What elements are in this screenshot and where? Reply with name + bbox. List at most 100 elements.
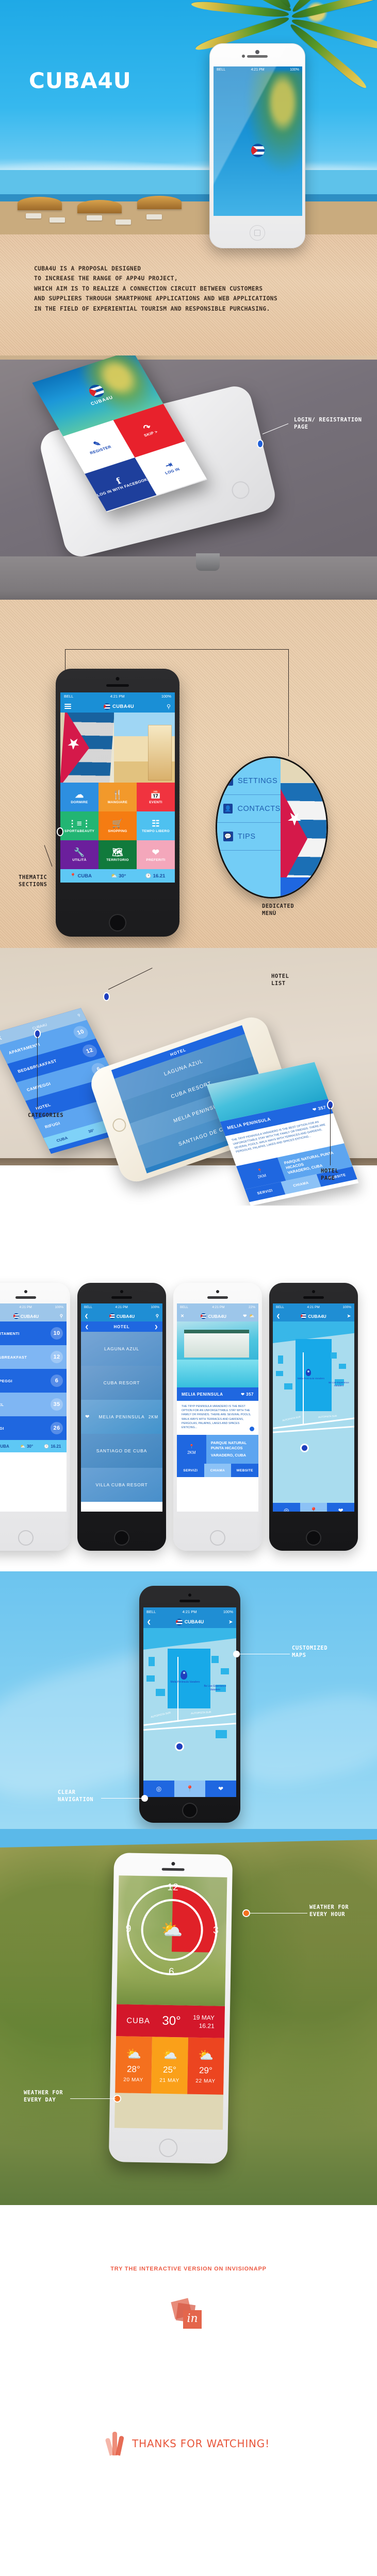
- sea-area: [143, 1628, 236, 1650]
- time-indicator[interactable]: 🕑 16.21: [44, 1444, 61, 1449]
- home-button[interactable]: [250, 225, 265, 241]
- prev-icon[interactable]: ❮: [85, 1325, 89, 1329]
- menu-item-settings[interactable]: ⚙ SETTINGS: [217, 767, 281, 795]
- description-line: WHICH AIM IS TO REALIZE A CONNECTION CIR…: [34, 285, 263, 292]
- tile-preferiti[interactable]: ❤ PREFERITI: [137, 840, 175, 869]
- home-button[interactable]: [110, 1116, 128, 1134]
- menu-item-contacts[interactable]: 👤 CONTACTS: [217, 795, 281, 823]
- dumbbell-icon: ⋮≡⋮: [68, 818, 91, 828]
- home-button[interactable]: [210, 1530, 225, 1546]
- hotel-list-item[interactable]: ❤ MELIA PENINSULA 2KM: [81, 1400, 162, 1434]
- front-camera-icon: [171, 1861, 175, 1866]
- hourly-weather-dial[interactable]: ⛅ 12 3 6 9: [117, 1875, 227, 2006]
- callout-leader-line: [288, 649, 289, 756]
- page-title: CUBA4U: [29, 68, 132, 93]
- battery-label: 100%: [223, 1609, 233, 1614]
- invision-logo[interactable]: in: [170, 2298, 205, 2331]
- home-button[interactable]: [18, 1530, 34, 1546]
- weather-indicator[interactable]: ⛅ 30°: [20, 1444, 33, 1449]
- weather-icon[interactable]: ⛅: [249, 1313, 255, 1319]
- menu-icon[interactable]: [64, 704, 71, 709]
- hotel-list-item[interactable]: CUBA RESORT: [81, 1366, 162, 1400]
- home-button[interactable]: [182, 1803, 198, 1818]
- chiama-button[interactable]: CHIAMA: [204, 1464, 232, 1477]
- map-canvas[interactable]: Melia Peninsula Varadero Be Live Experie…: [143, 1628, 236, 1781]
- forecast-temp: 28°: [126, 2064, 140, 2074]
- invision-promo-text[interactable]: TRY THE INTERACTIVE VERSION ON INVISIONA…: [0, 2266, 377, 2272]
- forecast-day[interactable]: ⛅ 25° 21 MAY: [151, 2037, 189, 2094]
- login-registration-section: CUBA4U ✎ REGISTER ↷ SKIP > f LOG IN WITH…: [0, 355, 377, 556]
- clock-icon: 🕑: [145, 873, 152, 879]
- app-name: CUBA4U: [308, 1313, 326, 1319]
- locate-icon[interactable]: ◎: [143, 1781, 174, 1797]
- favorite-icon[interactable]: ❤: [85, 1414, 90, 1420]
- status-bar: BELL 4:21 PM 100%: [214, 66, 302, 73]
- home-button[interactable]: [230, 479, 252, 501]
- hotel-list-screen: BELL 4:21 PM 100% ❮ CUBA4U ⚲ ❮ HOTEL ❯ L…: [81, 1303, 162, 1512]
- navigate-icon[interactable]: ➤: [228, 1619, 233, 1625]
- map-canvas[interactable]: Melia Peninsula Varadero Be Live Experie…: [273, 1321, 354, 1503]
- time-indicator[interactable]: 🕑 16.21: [145, 873, 166, 879]
- category-row[interactable]: APARTAMENTI 10: [0, 1321, 67, 1345]
- hotel-list-item[interactable]: VILLA CUBA RESORT: [81, 1468, 162, 1502]
- tile-mangiare[interactable]: 🍴 MANGIARE: [99, 783, 137, 811]
- back-icon[interactable]: ❮: [147, 1619, 151, 1625]
- back-icon[interactable]: ❮: [276, 1313, 280, 1319]
- navigate-icon[interactable]: ➤: [347, 1313, 351, 1319]
- tile-eventi[interactable]: 📅 EVENTI: [137, 783, 175, 811]
- app-logo: CUBA4U: [109, 1313, 135, 1319]
- close-icon[interactable]: ✕: [181, 1313, 184, 1319]
- search-icon[interactable]: ⚲: [60, 1313, 63, 1319]
- hotel-overview-section: ❮ CUBA4U ⚲ APARTAMENTI 10 BED&BREAKFAST …: [0, 948, 377, 1206]
- category-row[interactable]: BED&BREAKFAST 12: [0, 1345, 67, 1369]
- tile-shopping[interactable]: 🛒 SHOPPING: [99, 811, 137, 840]
- tile-utilita[interactable]: 🔧 UTILITÀ: [60, 840, 99, 869]
- home-button[interactable]: [306, 1530, 321, 1546]
- app-navigation-bar: ❮ CUBA4U ➤: [273, 1311, 354, 1321]
- map-pin-icon[interactable]: [306, 1369, 311, 1376]
- home-button[interactable]: [114, 1530, 129, 1546]
- skip-arrow-icon: ↷: [141, 422, 153, 433]
- temperature-label: 30°: [119, 873, 126, 879]
- next-icon[interactable]: ❯: [154, 1325, 158, 1329]
- back-icon[interactable]: ❮: [0, 1036, 3, 1040]
- menu-item-tips[interactable]: 💬 TIPS: [217, 823, 281, 851]
- pin-icon[interactable]: 📍: [174, 1781, 205, 1797]
- map-pin-icon[interactable]: [181, 1670, 187, 1680]
- flag-star-icon: [68, 741, 79, 745]
- hotel-poi-block[interactable]: 📍 2KM PARQUE NATURAL PUNTA HICACOS VARAD…: [177, 1435, 258, 1464]
- callout-leader-line: [37, 1036, 38, 1110]
- heart-icon[interactable]: ❤: [205, 1781, 236, 1797]
- search-icon[interactable]: ⚲: [77, 1013, 81, 1018]
- hotel-list-item[interactable]: SANTIAGO DE CUBA: [81, 1434, 162, 1468]
- search-icon[interactable]: ⚲: [167, 703, 171, 710]
- favorite-icon[interactable]: ❤: [243, 1313, 247, 1319]
- home-button[interactable]: [109, 914, 126, 931]
- weather-indicator[interactable]: ⛅ 30°: [111, 873, 126, 879]
- hotel-list-item[interactable]: LAGUNA AZUL: [81, 1332, 162, 1366]
- tile-dormire[interactable]: ☁ DORMIRE: [60, 783, 99, 811]
- location-indicator[interactable]: 📍CUBA: [0, 1444, 9, 1449]
- category-row[interactable]: HOTEL 35: [0, 1393, 67, 1416]
- tile-territorio[interactable]: 🗺 TERRITORIO: [99, 840, 137, 869]
- servizi-button[interactable]: SERVIZI: [177, 1464, 204, 1477]
- pin-icon[interactable]: 📍: [300, 1503, 327, 1512]
- forecast-day[interactable]: ⛅ 28° 20 MAY: [115, 2036, 153, 2094]
- clock-dial[interactable]: ⛅ 12 3 6 9: [125, 1882, 218, 1977]
- sun-cloud-icon: ⛅: [111, 873, 118, 879]
- tile-tempo-libero[interactable]: ☷ TEMPO LIBERO: [137, 811, 175, 840]
- forecast-day[interactable]: ⛅ 29° 22 MAY: [187, 2037, 225, 2095]
- search-icon[interactable]: ⚲: [156, 1313, 159, 1319]
- locate-icon[interactable]: ◎: [273, 1503, 300, 1512]
- category-row[interactable]: RIFUGI 26: [0, 1416, 67, 1440]
- back-icon[interactable]: ❮: [85, 1313, 88, 1319]
- description-line: IN THE FIELD OF EXPERIENTIAL TOURISM AND…: [34, 305, 270, 312]
- website-button[interactable]: WEBSITE: [231, 1464, 258, 1477]
- location-indicator[interactable]: 📍CUBA: [70, 873, 92, 879]
- tile-sport-beauty[interactable]: ⋮≡⋮ SPORT&BEAUTY: [60, 811, 99, 840]
- category-row[interactable]: CAMPEGGI 6: [0, 1369, 67, 1393]
- home-button[interactable]: [158, 2138, 178, 2158]
- footer-section: TRY THE INTERACTIVE VERSION ON INVISIONA…: [0, 2205, 377, 2576]
- heart-icon[interactable]: ❤: [327, 1503, 354, 1512]
- expand-icon[interactable]: [250, 1427, 254, 1431]
